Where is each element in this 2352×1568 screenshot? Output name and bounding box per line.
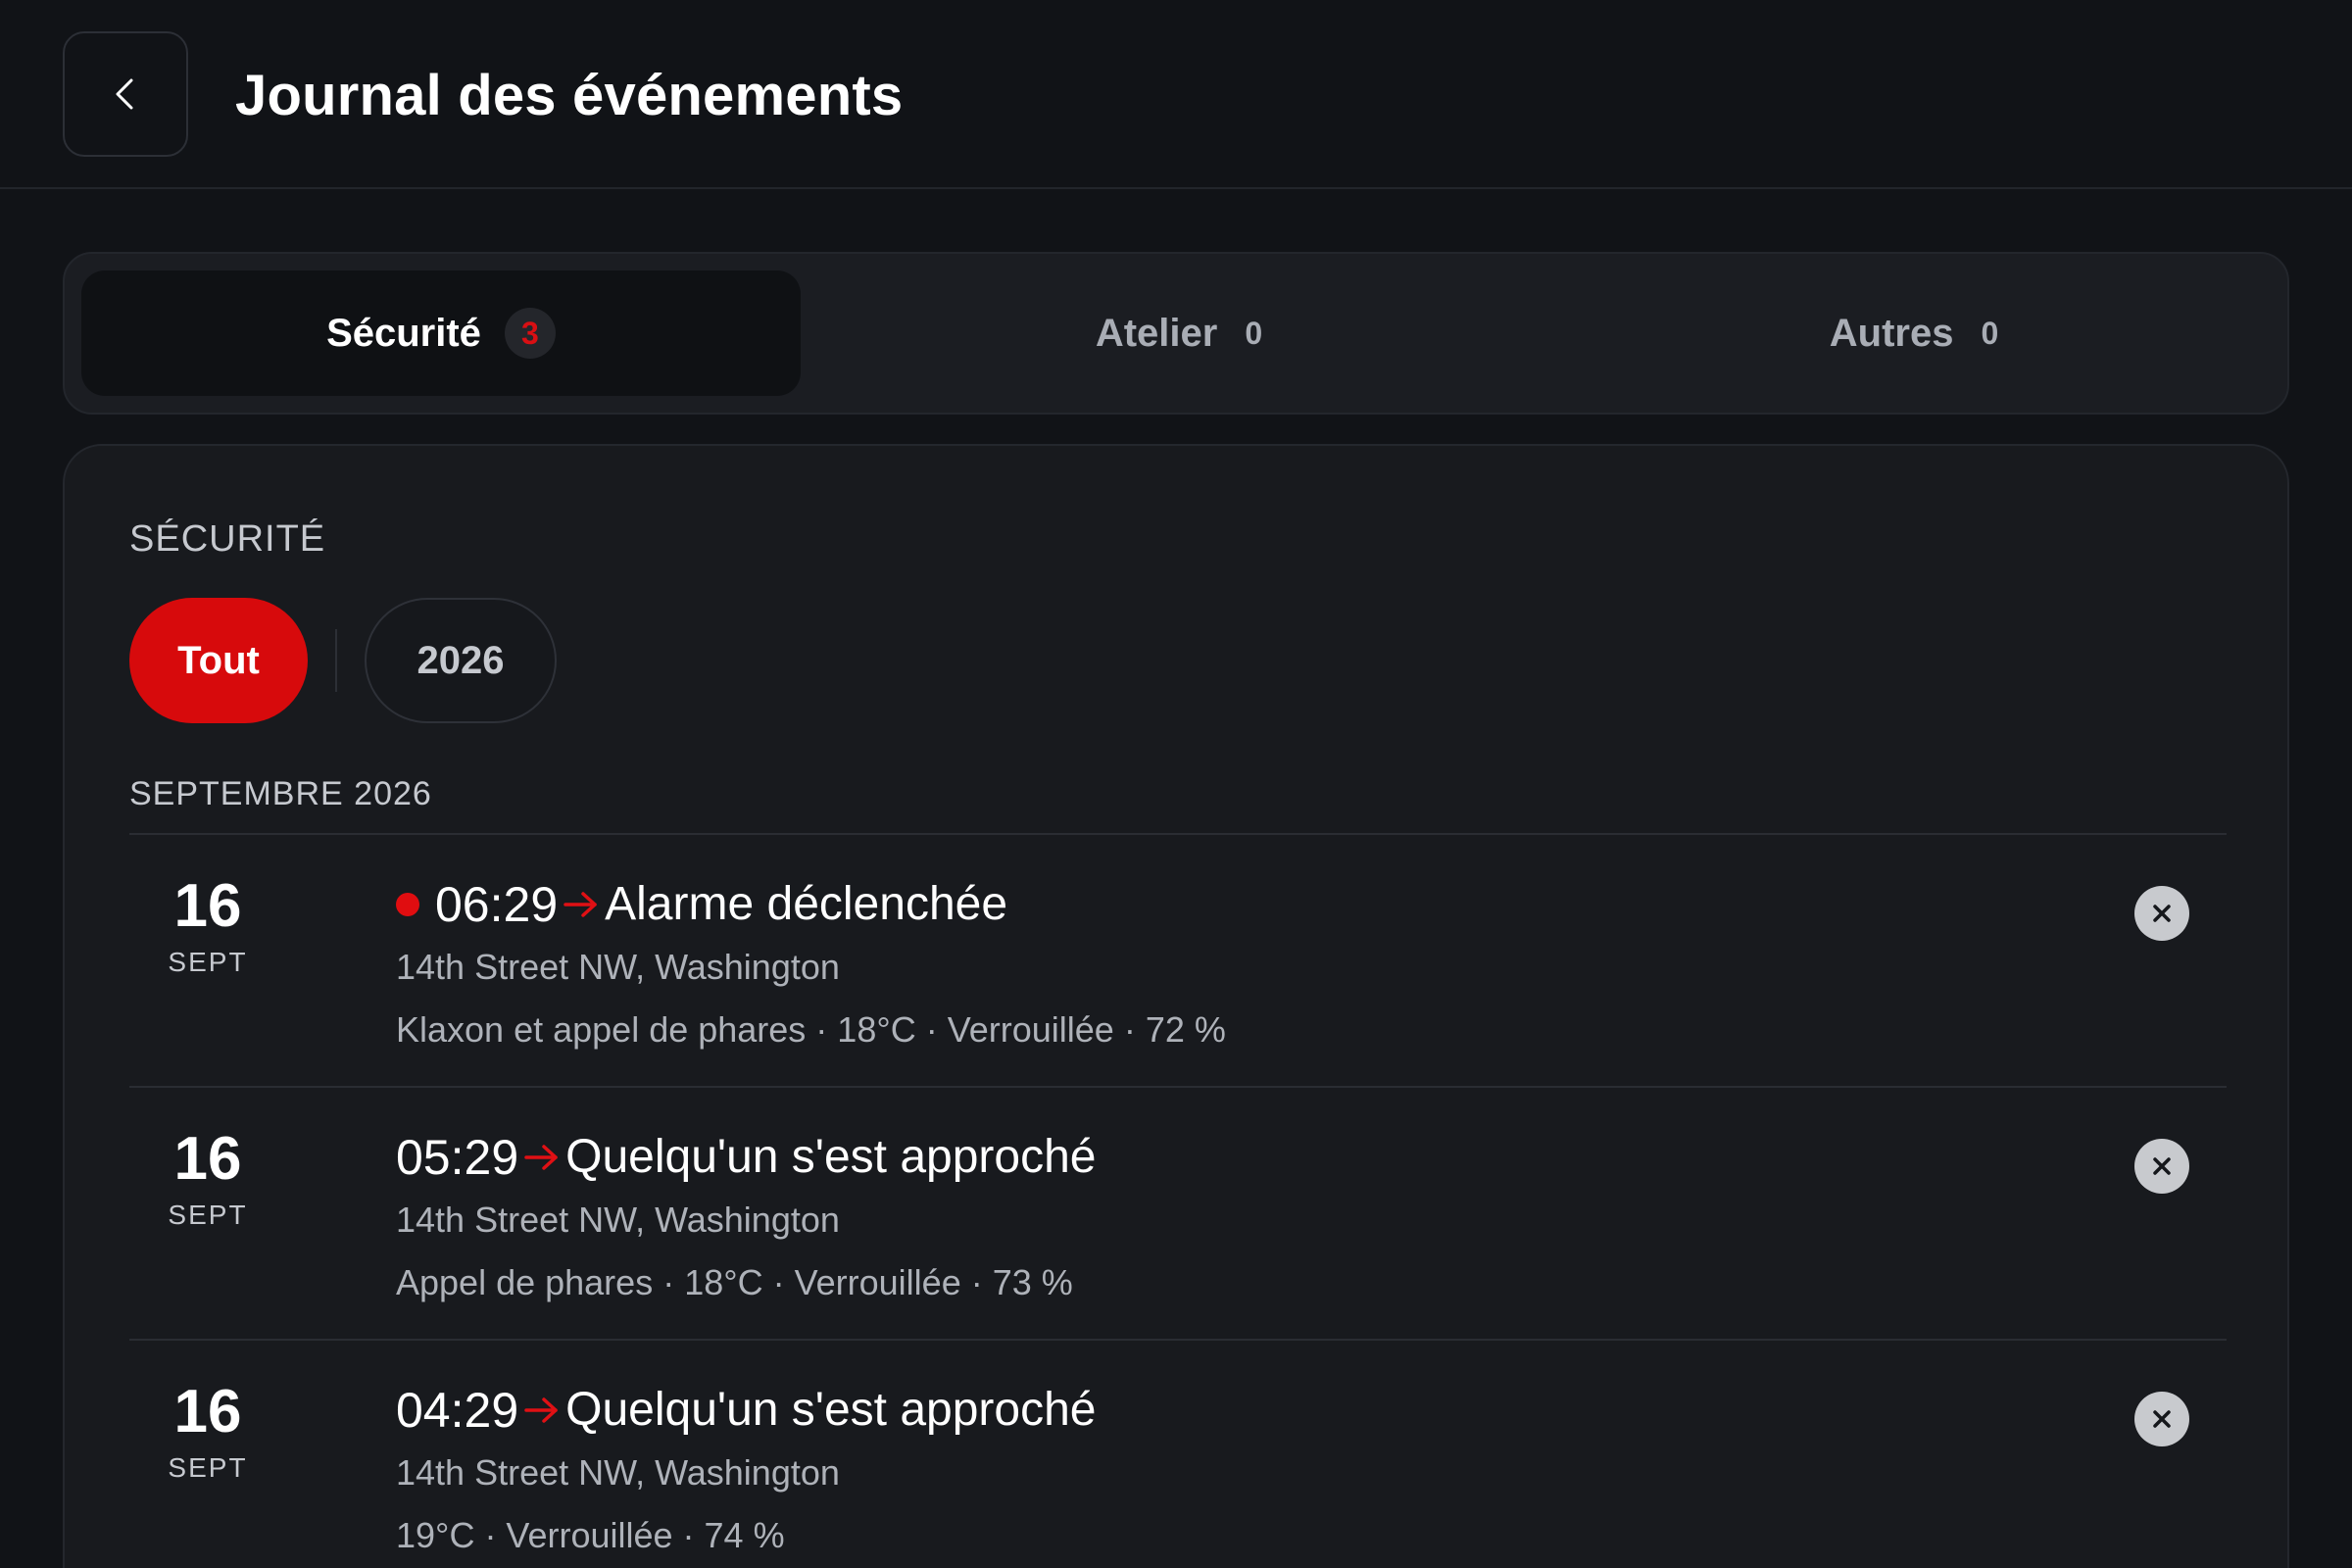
event-title: Alarme déclenchée — [605, 878, 1008, 930]
event-row[interactable]: 16 SEPT 04:29 Quelqu'un s'est approché 1… — [129, 1339, 2227, 1568]
event-details: Klaxon et appel de phares · 18°C · Verro… — [396, 1009, 1226, 1050]
tab-atelier[interactable]: Atelier 0 — [819, 270, 1539, 396]
event-row[interactable]: 16 SEPT 05:29 Quelqu'un s'est approché 1… — [129, 1086, 2227, 1339]
event-details: Appel de phares · 18°C · Verrouillée · 7… — [396, 1262, 1073, 1302]
close-icon — [2153, 905, 2171, 922]
page-title: Journal des événements — [235, 64, 904, 127]
header: Journal des événements — [0, 0, 2352, 189]
event-time: 06:29 — [435, 877, 559, 932]
tab-label: Sécurité — [326, 311, 481, 355]
event-month: SEPT — [168, 1452, 248, 1483]
filter-row: Tout 2026 — [129, 598, 557, 723]
event-location: 14th Street NW, Washington — [396, 947, 840, 987]
category-tabs: Sécurité 3 Atelier 0 Autres 0 — [63, 252, 2289, 415]
event-log-page: Journal des événements Sécurité 3 Atelie… — [0, 0, 2352, 1568]
dismiss-button[interactable] — [2134, 1392, 2189, 1446]
tab-count-badge: 3 — [504, 308, 556, 359]
event-time: 04:29 — [396, 1383, 519, 1438]
section-label: SÉCURITÉ — [129, 518, 326, 560]
event-time: 05:29 — [396, 1130, 519, 1185]
event-title-line: 06:29 Alarme déclenchée — [396, 870, 1007, 939]
event-row[interactable]: 16 SEPT 06:29 Alarme déclenchée 14th Str… — [129, 833, 2227, 1086]
arrow-right-icon — [564, 892, 597, 917]
event-title-line: 04:29 Quelqu'un s'est approché — [396, 1376, 1096, 1445]
chevron-left-icon — [116, 78, 133, 110]
event-title: Quelqu'un s'est approché — [565, 1384, 1097, 1436]
event-list: 16 SEPT 06:29 Alarme déclenchée 14th Str… — [129, 833, 2227, 1568]
event-location: 14th Street NW, Washington — [396, 1452, 840, 1493]
close-icon — [2153, 1157, 2171, 1175]
event-day: 16 — [173, 872, 242, 940]
event-day: 16 — [173, 1125, 242, 1193]
month-label: SEPTEMBRE 2026 — [129, 775, 432, 812]
event-day: 16 — [173, 1378, 242, 1446]
tab-securite[interactable]: Sécurité 3 — [81, 270, 801, 396]
event-location: 14th Street NW, Washington — [396, 1200, 840, 1240]
tab-label: Atelier — [1095, 311, 1218, 355]
event-details: 19°C · Verrouillée · 74 % — [396, 1515, 785, 1555]
tab-label: Autres — [1829, 311, 1954, 355]
event-title-line: 05:29 Quelqu'un s'est approché — [396, 1123, 1096, 1192]
tab-count: 0 — [1245, 315, 1263, 351]
filter-all-chip[interactable]: Tout — [129, 598, 308, 723]
unread-dot-icon — [396, 893, 419, 916]
tab-autres[interactable]: Autres 0 — [1554, 270, 2274, 396]
close-icon — [2153, 1410, 2171, 1428]
event-title: Quelqu'un s'est approché — [565, 1131, 1097, 1183]
back-button[interactable] — [63, 31, 188, 157]
events-panel: SÉCURITÉ Tout 2026 SEPTEMBRE 2026 16 SEP… — [63, 444, 2289, 1568]
arrow-right-icon — [524, 1397, 558, 1423]
dismiss-button[interactable] — [2134, 1139, 2189, 1194]
filter-year-chip[interactable]: 2026 — [365, 598, 557, 723]
event-month: SEPT — [168, 947, 248, 977]
tab-count: 0 — [1981, 315, 1999, 351]
dismiss-button[interactable] — [2134, 886, 2189, 941]
filter-divider — [335, 629, 337, 692]
event-month: SEPT — [168, 1200, 248, 1230]
arrow-right-icon — [524, 1145, 558, 1170]
